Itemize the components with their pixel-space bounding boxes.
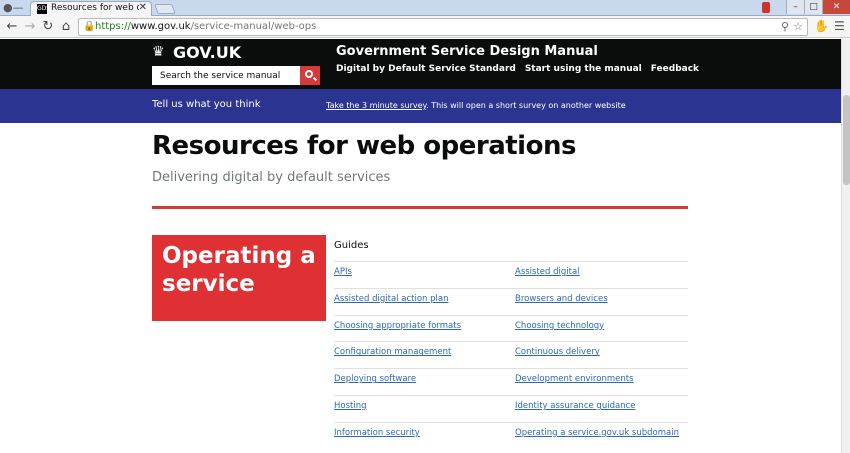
guide-link[interactable]: Choosing technology xyxy=(515,321,604,331)
menu-icon[interactable]: ☰ xyxy=(834,19,845,33)
guide-link[interactable]: Deploying software xyxy=(334,374,416,384)
guide-link[interactable]: Information security xyxy=(334,428,420,438)
address-bar[interactable]: 🔒 https://www.gov.uk/service-manual/web-… xyxy=(78,18,808,36)
favicon-icon: GDS xyxy=(37,4,51,14)
minimize-icon[interactable]: – xyxy=(786,0,804,14)
page-subtitle: Delivering digital by default services xyxy=(152,170,391,185)
star-icon[interactable]: ☆ xyxy=(793,20,803,33)
url-text[interactable]: https://www.gov.uk/service-manual/web-op… xyxy=(95,21,316,32)
guides-list: APIs Assisted digital Assisted digital a… xyxy=(334,261,688,449)
section-title: Operating a service xyxy=(162,243,316,297)
list-item: Assisted digital action plan Browsers an… xyxy=(334,287,688,315)
window-close-icon[interactable]: ✕ xyxy=(822,0,850,14)
section-block: Operating a service xyxy=(152,235,326,321)
maximize-icon[interactable]: □ xyxy=(804,0,822,14)
govuk-header: ♛ GOV.UK Government Service Design Manua… xyxy=(0,39,850,89)
crown-icon: ♛ xyxy=(152,44,165,60)
nav-service-standard[interactable]: Digital by Default Service Standard xyxy=(336,64,516,74)
nav-start-using[interactable]: Start using the manual xyxy=(525,64,642,74)
search-icon xyxy=(305,70,313,78)
guide-link[interactable]: Configuration management xyxy=(334,347,451,357)
guide-link[interactable]: Assisted digital action plan xyxy=(334,294,448,304)
extension-icon[interactable] xyxy=(762,2,770,13)
search-input[interactable] xyxy=(152,66,300,85)
tab-title: Resources for web operations xyxy=(51,3,139,13)
page-title: Resources for web operations xyxy=(152,131,576,161)
govuk-logo[interactable]: GOV.UK xyxy=(173,43,241,62)
browser-toolbar: ← → ↻ ⌂ 🔒 https://www.gov.uk/service-man… xyxy=(0,16,850,38)
survey-banner: Tell us what you think Take the 3 minute… xyxy=(0,89,850,123)
guide-link[interactable]: Assisted digital xyxy=(515,267,580,277)
header-nav: Digital by Default Service Standard Star… xyxy=(336,64,699,74)
guide-link[interactable]: Hosting xyxy=(334,401,367,411)
banner-text: Take the 3 minute survey. This will open… xyxy=(326,101,626,110)
reload-icon[interactable]: ↻ xyxy=(40,19,56,35)
list-item: Information security Operating a service… xyxy=(334,421,688,449)
page-scrollbar[interactable] xyxy=(841,39,850,453)
guides-heading: Guides xyxy=(334,240,369,251)
profile-icon[interactable]: ●— xyxy=(3,1,25,15)
window-controls: – □ ✕ xyxy=(786,0,850,14)
list-item: Choosing appropriate formats Choosing te… xyxy=(334,314,688,342)
browser-tab[interactable]: GDS Resources for web operations ✕ xyxy=(30,1,152,16)
survey-link[interactable]: Take the 3 minute survey xyxy=(326,101,426,110)
guide-link[interactable]: Choosing appropriate formats xyxy=(334,321,461,331)
banner-description: . This will open a short survey on anoth… xyxy=(426,101,626,110)
back-arrow-icon[interactable]: ← xyxy=(4,19,20,35)
tab-close-icon[interactable]: ✕ xyxy=(139,2,147,13)
home-icon[interactable]: ⌂ xyxy=(58,19,74,35)
title-divider xyxy=(152,206,688,209)
guide-link[interactable]: Development environments xyxy=(515,374,634,384)
lock-icon: 🔒 xyxy=(83,21,96,32)
new-tab-button[interactable] xyxy=(154,4,176,14)
list-item: Deploying software Development environme… xyxy=(334,368,688,395)
list-item: Configuration management Continuous deli… xyxy=(334,341,688,368)
guide-link[interactable]: APIs xyxy=(334,267,352,277)
guide-link[interactable]: Identity assurance guidance xyxy=(515,401,635,411)
search-icon[interactable]: ⚲ xyxy=(781,20,789,33)
guide-link[interactable]: Operating a service.gov.uk subdomain xyxy=(515,428,679,438)
search-button[interactable] xyxy=(300,66,320,85)
banner-title: Tell us what you think xyxy=(152,99,261,110)
scrollbar-thumb[interactable] xyxy=(843,95,850,185)
manual-title[interactable]: Government Service Design Manual xyxy=(336,44,598,59)
extension-icon[interactable]: ✋ xyxy=(814,19,829,33)
browser-tab-strip: ●— GDS Resources for web operations ✕ – … xyxy=(0,0,850,16)
search-form xyxy=(152,66,320,85)
nav-feedback[interactable]: Feedback xyxy=(651,64,699,74)
list-item: APIs Assisted digital xyxy=(334,261,688,288)
guide-link[interactable]: Continuous delivery xyxy=(515,347,600,357)
forward-arrow-icon[interactable]: → xyxy=(22,19,38,35)
list-item: Hosting Identity assurance guidance xyxy=(334,394,688,422)
guide-link[interactable]: Browsers and devices xyxy=(515,294,608,304)
